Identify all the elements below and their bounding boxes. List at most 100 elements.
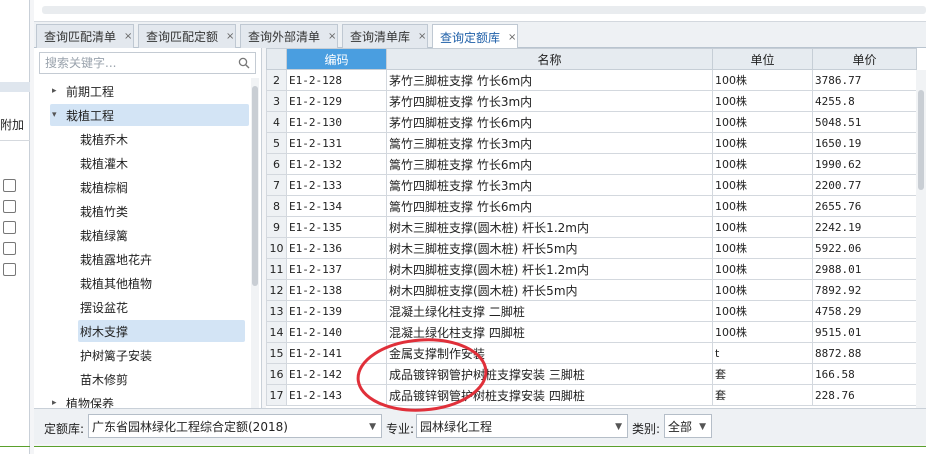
cell-name: 成品镀锌钢管护树桩支撑安装 三脚桩 — [386, 363, 713, 385]
table-header-row: 编码 名称 单位 单价 — [266, 48, 917, 70]
search-icon[interactable] — [238, 57, 250, 69]
quota-library-select[interactable]: 广东省园林绿化工程综合定额(2018) ▼ — [88, 414, 382, 438]
cell-unit: 100株 — [712, 321, 813, 343]
column-header-name[interactable]: 名称 — [386, 48, 713, 70]
table-row[interactable]: 17 E1-2-143 成品镀锌钢管护树桩支撑安装 四脚桩套 228.76 — [266, 384, 917, 406]
cell-code: E1-2-128 — [286, 69, 387, 91]
tree-item[interactable]: 栽植其他植物 — [78, 272, 245, 294]
cell-name: 树木四脚桩支撑(圆木桩) 杆长1.2m内 — [386, 258, 713, 280]
cell-price: 9515.01 — [812, 321, 917, 343]
row-number: 12 — [266, 279, 287, 301]
cell-unit: 套 — [712, 384, 813, 406]
table-row[interactable]: 2 E1-2-128 茅竹三脚桩支撑 竹长6m内 100株 3786.77 — [266, 69, 917, 91]
tab-match-bill[interactable]: 查询匹配清单 × — [36, 24, 134, 48]
tree-item[interactable]: 栽植竹类 — [78, 200, 245, 222]
category-select[interactable]: 全部 ▼ — [664, 414, 712, 438]
chevron-right-icon[interactable]: ▸ — [52, 86, 62, 96]
tab-match-quota[interactable]: 查询匹配定额 × — [138, 24, 236, 48]
quota-table: 编码 名称 单位 单价 2 E1-2-128 茅竹三脚桩支撑 竹长6m内 100株 37… — [266, 48, 917, 406]
table-row[interactable]: 7 E1-2-133 篙竹四脚桩支撑 竹长3m内 100株 2200.77 — [266, 174, 917, 196]
table-row[interactable]: 5 E1-2-131 篙竹三脚桩支撑 竹长3m内 100株 1650.19 — [266, 132, 917, 154]
cell-code: E1-2-130 — [286, 111, 387, 133]
close-icon[interactable]: × — [328, 31, 336, 42]
cell-price: 2988.01 — [812, 258, 917, 280]
row-number: 5 — [266, 132, 287, 154]
table-row[interactable]: 8 E1-2-134 篙竹四脚桩支撑 竹长6m内 100株 2655.76 — [266, 195, 917, 217]
tab-external-bill[interactable]: 查询外部清单 × — [240, 24, 338, 48]
filter-bar: 定额库: 广东省园林绿化工程综合定额(2018) ▼ 专业: 园林绿化工程 ▼ … — [34, 408, 926, 444]
tree-item[interactable]: 栽植露地花卉 — [78, 248, 245, 270]
tab-quota-library[interactable]: 查询定额库 × — [432, 24, 518, 49]
table-row[interactable]: 12 E1-2-138 树木四脚桩支撑(圆木桩) 杆长5m内 100株 7892.92 — [266, 279, 917, 301]
tree-item[interactable]: 摆设盆花 — [78, 296, 245, 318]
column-header-code[interactable]: 编码 — [286, 48, 387, 70]
table-row[interactable]: 13 E1-2-139 混凝土绿化柱支撑 二脚桩 100株 4758.29 — [266, 300, 917, 322]
cell-code: E1-2-133 — [286, 174, 387, 196]
column-header-price[interactable]: 单价 — [812, 48, 917, 70]
cell-unit: 100株 — [712, 132, 813, 154]
tree-item-label: 护树篱子安装 — [80, 348, 153, 363]
chevron-right-icon[interactable]: ▸ — [52, 398, 62, 408]
tree-item[interactable]: 苗木修剪 — [78, 368, 245, 390]
tree-item-label: 摆设盆花 — [80, 300, 129, 315]
tree-item[interactable]: 栽植乔木 — [78, 128, 245, 150]
tree-item[interactable]: ▸ 植物保养 — [50, 392, 249, 409]
scroll-thumb[interactable] — [252, 86, 258, 286]
close-icon[interactable]: × — [508, 32, 516, 43]
table-row[interactable]: 11 E1-2-137 树木四脚桩支撑(圆木桩) 杆长1.2m内 100株 2988.0… — [266, 258, 917, 280]
horizontal-scrollbar[interactable] — [42, 6, 926, 14]
close-icon[interactable]: × — [418, 31, 426, 42]
row-checkbox[interactable] — [3, 200, 16, 213]
tree-item-label: 栽植工程 — [66, 108, 115, 123]
table-row[interactable]: 3 E1-2-129 茅竹四脚桩支撑 竹长3m内 100株 4255.8 — [266, 90, 917, 112]
cell-code: E1-2-140 — [286, 321, 387, 343]
tree-item[interactable]: 栽植棕榈 — [78, 176, 245, 198]
tree-item[interactable]: ▾ 栽植工程 — [50, 104, 249, 126]
cell-name: 金属支撑制作安装 — [386, 342, 713, 364]
cell-code: E1-2-137 — [286, 258, 387, 280]
tree-item-label: 苗木修剪 — [80, 372, 129, 387]
cell-price: 2200.77 — [812, 174, 917, 196]
table-row[interactable]: 14 E1-2-140 混凝土绿化柱支撑 四脚桩 100株 9515.01 — [266, 321, 917, 343]
row-number: 6 — [266, 153, 287, 175]
row-number: 4 — [266, 111, 287, 133]
tree-item[interactable]: 栽植灌木 — [78, 152, 245, 174]
tab-bill-library[interactable]: 查询清单库 × — [342, 24, 428, 48]
quota-table-panel: 编码 名称 单位 单价 2 E1-2-128 茅竹三脚桩支撑 竹长6m内 100株 37… — [266, 48, 926, 408]
row-checkbox[interactable] — [3, 179, 16, 192]
cell-name: 混凝土绿化柱支撑 二脚桩 — [386, 300, 713, 322]
row-checkbox[interactable] — [3, 263, 16, 276]
table-row[interactable]: 4 E1-2-130 茅竹四脚桩支撑 竹长6m内 100株 5048.51 — [266, 111, 917, 133]
cell-name: 成品镀锌钢管护树桩支撑安装 四脚桩 — [386, 384, 713, 406]
major-select[interactable]: 园林绿化工程 ▼ — [416, 414, 628, 438]
row-checkbox[interactable] — [3, 221, 16, 234]
tree-item[interactable]: 护树篱子安装 — [78, 344, 245, 366]
table-row[interactable]: 9 E1-2-135 树木三脚桩支撑(圆木桩) 杆长1.2m内 100株 2242.19 — [266, 216, 917, 238]
table-row[interactable]: 15 E1-2-141 金属支撑制作安装 t 8872.88 — [266, 342, 917, 364]
scroll-thumb[interactable] — [918, 90, 924, 190]
table-row[interactable]: 10 E1-2-136 树木三脚桩支撑(圆木桩) 杆长5m内 100株 5922.06 — [266, 237, 917, 259]
table-row[interactable]: 16 E1-2-142 成品镀锌钢管护树桩支撑安装 三脚桩套 166.58 — [266, 363, 917, 385]
cell-price: 4758.29 — [812, 300, 917, 322]
tree-item[interactable]: 栽植绿篱 — [78, 224, 245, 246]
row-checkbox[interactable] — [3, 242, 16, 255]
close-icon[interactable]: × — [124, 31, 132, 42]
cell-unit: t — [712, 342, 813, 364]
cell-name: 树木三脚桩支撑(圆木桩) 杆长1.2m内 — [386, 216, 713, 238]
column-header-unit[interactable]: 单位 — [712, 48, 813, 70]
table-row[interactable]: 6 E1-2-132 篙竹三脚桩支撑 竹长6m内 100株 1990.62 — [266, 153, 917, 175]
chevron-down-icon: ▼ — [615, 422, 622, 432]
tree-item[interactable]: ▸ 前期工程 — [50, 80, 249, 102]
search-box — [39, 52, 256, 74]
cell-price: 1990.62 — [812, 153, 917, 175]
table-vertical-scrollbar[interactable] — [916, 70, 926, 408]
search-input[interactable] — [40, 56, 230, 70]
tree-item-label: 植物保养 — [66, 396, 115, 409]
cell-name: 树木四脚桩支撑(圆木桩) 杆长5m内 — [386, 279, 713, 301]
close-icon[interactable]: × — [226, 31, 234, 42]
cell-unit: 100株 — [712, 69, 813, 91]
tree-vertical-scrollbar[interactable] — [251, 78, 259, 408]
tree-item[interactable]: 树木支撑 — [78, 320, 245, 342]
chevron-down-icon[interactable]: ▾ — [52, 110, 62, 120]
tree-item-label: 栽植其他植物 — [80, 276, 153, 291]
